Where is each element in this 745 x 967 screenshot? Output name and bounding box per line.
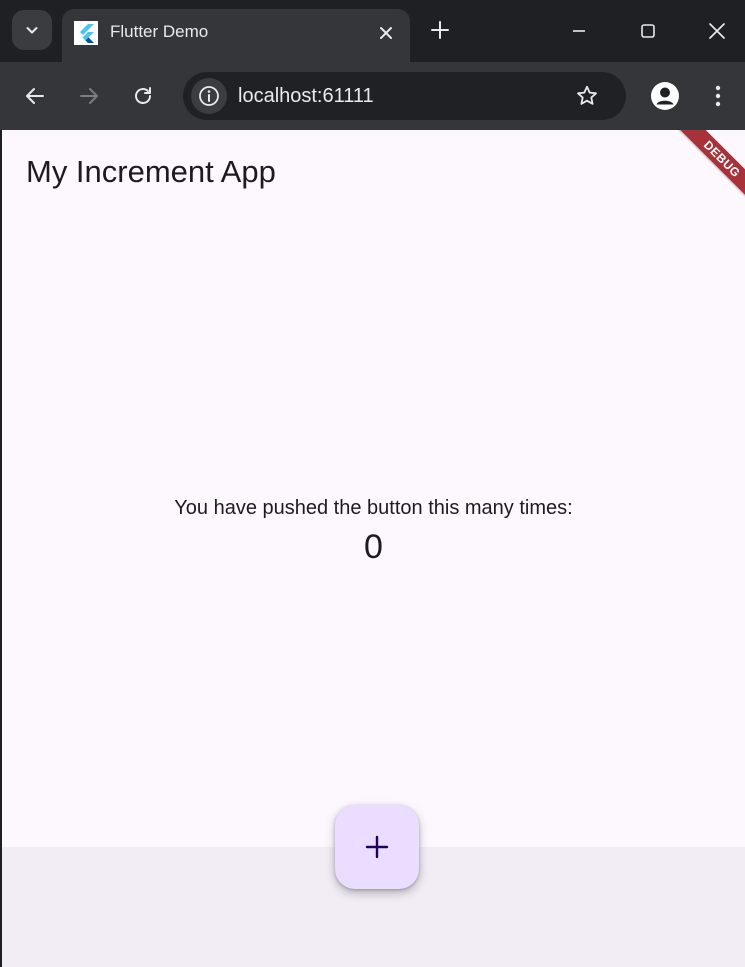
maximize-button[interactable]: [626, 10, 670, 52]
profile-button[interactable]: [648, 79, 682, 113]
minimize-button[interactable]: [557, 10, 601, 52]
forward-button[interactable]: [71, 78, 107, 114]
info-icon: [199, 86, 219, 106]
app-viewport: My Increment App You have pushed the but…: [2, 130, 745, 967]
back-button[interactable]: [17, 78, 53, 114]
flutter-logo-icon: [74, 21, 98, 45]
tab-close-button[interactable]: [374, 21, 398, 45]
plus-icon: [365, 835, 389, 859]
increment-button[interactable]: [335, 805, 419, 889]
close-icon: [380, 27, 392, 39]
maximize-icon: [641, 24, 655, 38]
new-tab-button[interactable]: [424, 14, 456, 46]
minimize-icon: [573, 30, 585, 32]
address-bar[interactable]: localhost:61111: [183, 72, 626, 120]
reload-button[interactable]: [125, 78, 161, 114]
plus-icon: [431, 21, 449, 39]
address-text[interactable]: localhost:61111: [238, 85, 374, 107]
forward-arrow-icon: [80, 88, 98, 104]
bookmark-button[interactable]: [573, 82, 601, 110]
debug-banner: DEBUG: [666, 130, 745, 215]
chevron-down-icon: [26, 27, 38, 34]
profile-icon: [651, 82, 679, 110]
site-info-button[interactable]: [191, 78, 227, 114]
page-title: My Increment App: [26, 154, 276, 189]
browser-menu-button[interactable]: [704, 79, 732, 113]
tab-search-button[interactable]: [12, 10, 52, 50]
counter-value: 0: [364, 528, 383, 566]
kebab-menu-icon: [715, 85, 721, 107]
browser-toolbar: localhost:61111: [0, 62, 745, 130]
close-icon: [709, 23, 725, 39]
reload-icon: [135, 87, 151, 104]
close-window-button[interactable]: [695, 10, 739, 52]
tab-title: Flutter Demo: [110, 22, 209, 41]
browser-tab[interactable]: Flutter Demo: [62, 9, 410, 62]
star-icon: [577, 85, 597, 105]
tab-strip: Flutter Demo: [0, 0, 745, 62]
back-arrow-icon: [26, 88, 44, 104]
counter-label: You have pushed the button this many tim…: [174, 497, 573, 519]
